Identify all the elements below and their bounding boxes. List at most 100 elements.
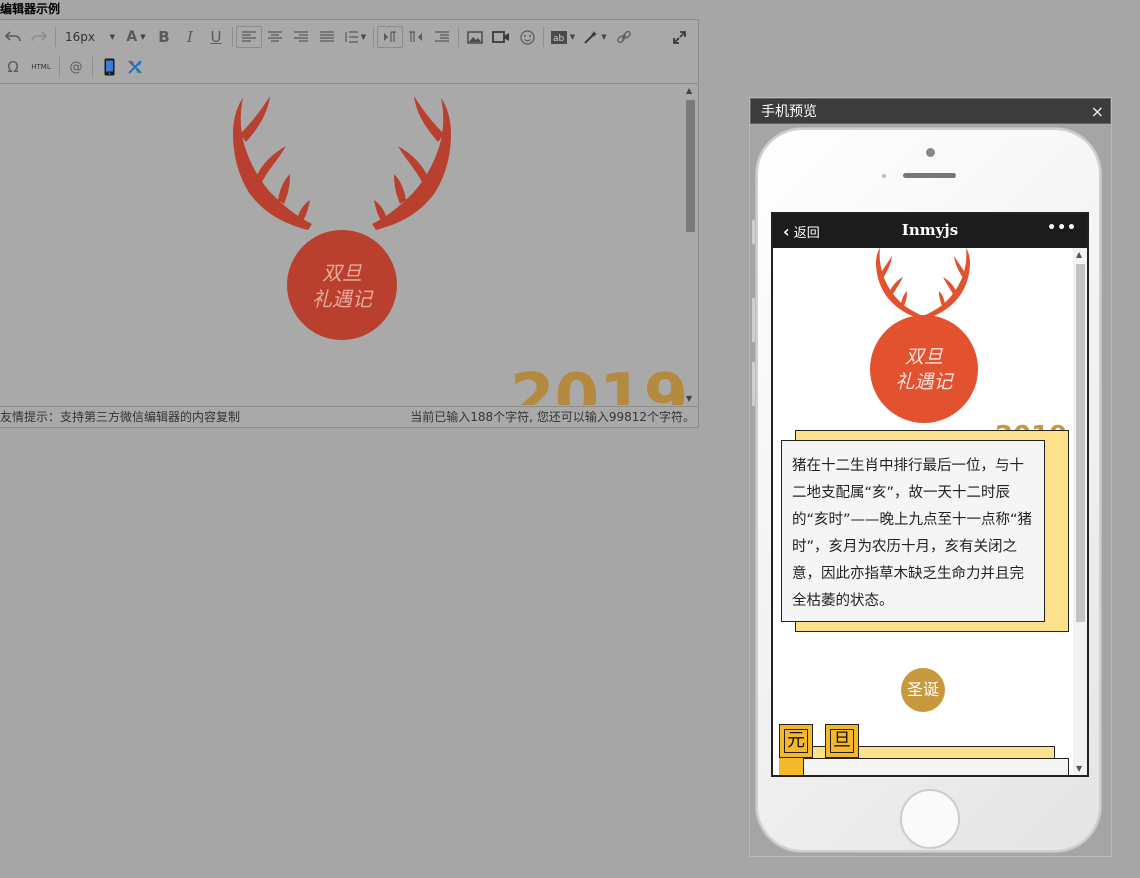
font-size-value: 16px bbox=[65, 30, 95, 44]
text-direction-ltr-icon bbox=[384, 31, 396, 42]
html-icon: HTML bbox=[31, 63, 51, 71]
preview-title-line1: 双旦 bbox=[905, 346, 943, 368]
scroll-down-icon[interactable]: ▼ bbox=[686, 394, 692, 403]
scroll-thumb[interactable] bbox=[1076, 264, 1085, 622]
insert-link-button[interactable] bbox=[611, 26, 637, 48]
special-char-button[interactable]: Ω bbox=[0, 56, 26, 78]
text-background-button[interactable]: ab ▼ bbox=[547, 26, 579, 48]
scroll-up-icon[interactable]: ▲ bbox=[1076, 250, 1082, 259]
indent-button[interactable] bbox=[429, 26, 455, 48]
article-body[interactable]: 双旦 礼遇记 2019 猪在十二生肖中排行最后一位，与十二地支配属“亥”，故一天… bbox=[773, 248, 1073, 775]
second-card bbox=[803, 758, 1069, 775]
line-height-button[interactable]: ▼ bbox=[340, 26, 370, 48]
article-card: 猪在十二生肖中排行最后一位，与十二地支配属“亥”，故一天十二时辰的“亥时”——晚… bbox=[781, 420, 1069, 632]
align-right-icon bbox=[294, 31, 308, 42]
nav-title: Inmyjs bbox=[901, 221, 959, 239]
editor-title-line2: 礼遇记 bbox=[312, 287, 374, 311]
yuan-badge: 元 bbox=[779, 724, 813, 758]
expand-icon bbox=[672, 30, 686, 44]
align-left-button[interactable] bbox=[236, 26, 262, 48]
yuan-label: 元 bbox=[784, 729, 808, 753]
line-height-icon bbox=[345, 31, 358, 43]
toolbar-divider bbox=[59, 57, 60, 77]
redo-button[interactable] bbox=[26, 26, 52, 48]
editor-toolbar: 16px ▼ A ▼ B I U ▼ ab ▼ ▼ Ω HTML @ bbox=[0, 20, 698, 84]
text-background-icon: ab bbox=[550, 30, 567, 44]
font-color-button[interactable]: A ▼ bbox=[121, 26, 151, 48]
insert-video-button[interactable] bbox=[488, 26, 514, 48]
phone-icon bbox=[104, 58, 114, 76]
omega-icon: Ω bbox=[7, 58, 19, 76]
toolbar-divider bbox=[458, 27, 459, 47]
editor-year-graphic: 2019 bbox=[510, 361, 684, 405]
bold-icon: B bbox=[158, 28, 170, 46]
image-icon bbox=[467, 30, 483, 44]
align-center-button[interactable] bbox=[262, 26, 288, 48]
editor-title-line1: 双旦 bbox=[322, 261, 362, 285]
italic-button[interactable]: I bbox=[177, 26, 203, 48]
chevron-down-icon: ▼ bbox=[140, 33, 146, 41]
christmas-badge: 圣诞 bbox=[901, 668, 945, 712]
align-justify-button[interactable] bbox=[314, 26, 340, 48]
dan-badge: 旦 bbox=[825, 724, 859, 758]
align-right-button[interactable] bbox=[288, 26, 314, 48]
phone-screen: ‹ 返回 Inmyjs ••• 双旦 礼遇记 猪在十二生肖中排行最后一位，与十二… bbox=[771, 212, 1089, 777]
editor-scrollbar[interactable]: ▲ ▼ bbox=[684, 84, 698, 405]
wechat-nav-bar: ‹ 返回 Inmyjs ••• bbox=[773, 214, 1087, 248]
third-party-editor-button[interactable] bbox=[122, 56, 148, 78]
scroll-up-icon[interactable]: ▲ bbox=[686, 86, 692, 95]
status-tip: 友情提示：支持第三方微信编辑器的内容复制 bbox=[0, 410, 241, 424]
italic-icon: I bbox=[187, 28, 193, 46]
anchor-button[interactable]: @ bbox=[63, 56, 89, 78]
svg-text:ab: ab bbox=[553, 34, 565, 44]
scroll-down-icon[interactable]: ▼ bbox=[1076, 764, 1082, 773]
format-painter-button[interactable]: ▼ bbox=[579, 26, 611, 48]
preview-title: 手机预览 bbox=[761, 104, 817, 120]
toolbar-divider bbox=[373, 27, 374, 47]
toolbar-divider bbox=[232, 27, 233, 47]
deer-antler-illustration: 双旦 礼遇记 2019 bbox=[870, 248, 1067, 448]
status-char-count: 当前已输入188个字符, 您还可以输入99812个字符。 bbox=[410, 410, 695, 424]
scroll-thumb[interactable] bbox=[686, 100, 695, 232]
indent-icon bbox=[435, 31, 449, 42]
font-size-select[interactable]: 16px ▼ bbox=[59, 26, 121, 48]
fullscreen-button[interactable] bbox=[666, 26, 692, 48]
more-icon[interactable]: ••• bbox=[1047, 220, 1077, 236]
html-source-button[interactable]: HTML bbox=[26, 56, 56, 78]
insert-emoji-button[interactable] bbox=[514, 26, 540, 48]
phone-side-button bbox=[752, 362, 755, 406]
undo-button[interactable] bbox=[0, 26, 26, 48]
underline-button[interactable]: U bbox=[203, 26, 229, 48]
align-justify-icon bbox=[320, 31, 334, 42]
magic-wand-icon bbox=[584, 30, 598, 44]
align-center-icon bbox=[268, 31, 282, 42]
mobile-preview-dialog: 手机预览 × ‹ 返回 Inmyjs ••• 双旦 礼遇记 猪在十二生肖中排行最… bbox=[749, 97, 1112, 857]
article-paragraph: 猪在十二生肖中排行最后一位，与十二地支配属“亥”，故一天十二时辰的“亥时”——晚… bbox=[781, 440, 1045, 622]
text-direction-rtl-icon bbox=[409, 31, 422, 42]
video-icon bbox=[492, 31, 509, 43]
deer-antler-illustration: 双旦 礼遇记 2019 bbox=[233, 96, 684, 405]
chevron-down-icon: ▼ bbox=[109, 33, 115, 41]
align-left-icon bbox=[242, 31, 256, 42]
phone-sensor-icon bbox=[882, 174, 886, 178]
close-icon[interactable]: × bbox=[1091, 99, 1104, 125]
phone-side-button bbox=[752, 220, 755, 244]
preview-title-line2: 礼遇记 bbox=[895, 371, 954, 393]
bold-button[interactable]: B bbox=[151, 26, 177, 48]
undo-icon bbox=[5, 31, 21, 42]
editor-content-area[interactable]: 双旦 礼遇记 2019 bbox=[0, 84, 684, 405]
rich-text-editor[interactable]: 16px ▼ A ▼ B I U ▼ ab ▼ ▼ Ω HTML @ 双旦 礼遇… bbox=[0, 19, 699, 428]
phone-side-button bbox=[752, 298, 755, 342]
rtl-button[interactable] bbox=[403, 26, 429, 48]
chevron-down-icon: ▼ bbox=[360, 33, 367, 41]
toolbar-divider bbox=[543, 27, 544, 47]
insert-image-button[interactable] bbox=[462, 26, 488, 48]
phone-speaker-icon bbox=[903, 173, 956, 178]
emoji-icon bbox=[519, 29, 535, 45]
preview-header: 手机预览 × bbox=[750, 98, 1111, 124]
phone-frame: ‹ 返回 Inmyjs ••• 双旦 礼遇记 猪在十二生肖中排行最后一位，与十二… bbox=[752, 128, 1101, 852]
ltr-button[interactable] bbox=[377, 26, 403, 48]
mobile-preview-button[interactable] bbox=[96, 56, 122, 78]
chevron-down-icon: ▼ bbox=[569, 33, 576, 41]
preview-scrollbar[interactable]: ▲ ▼ bbox=[1073, 248, 1087, 775]
